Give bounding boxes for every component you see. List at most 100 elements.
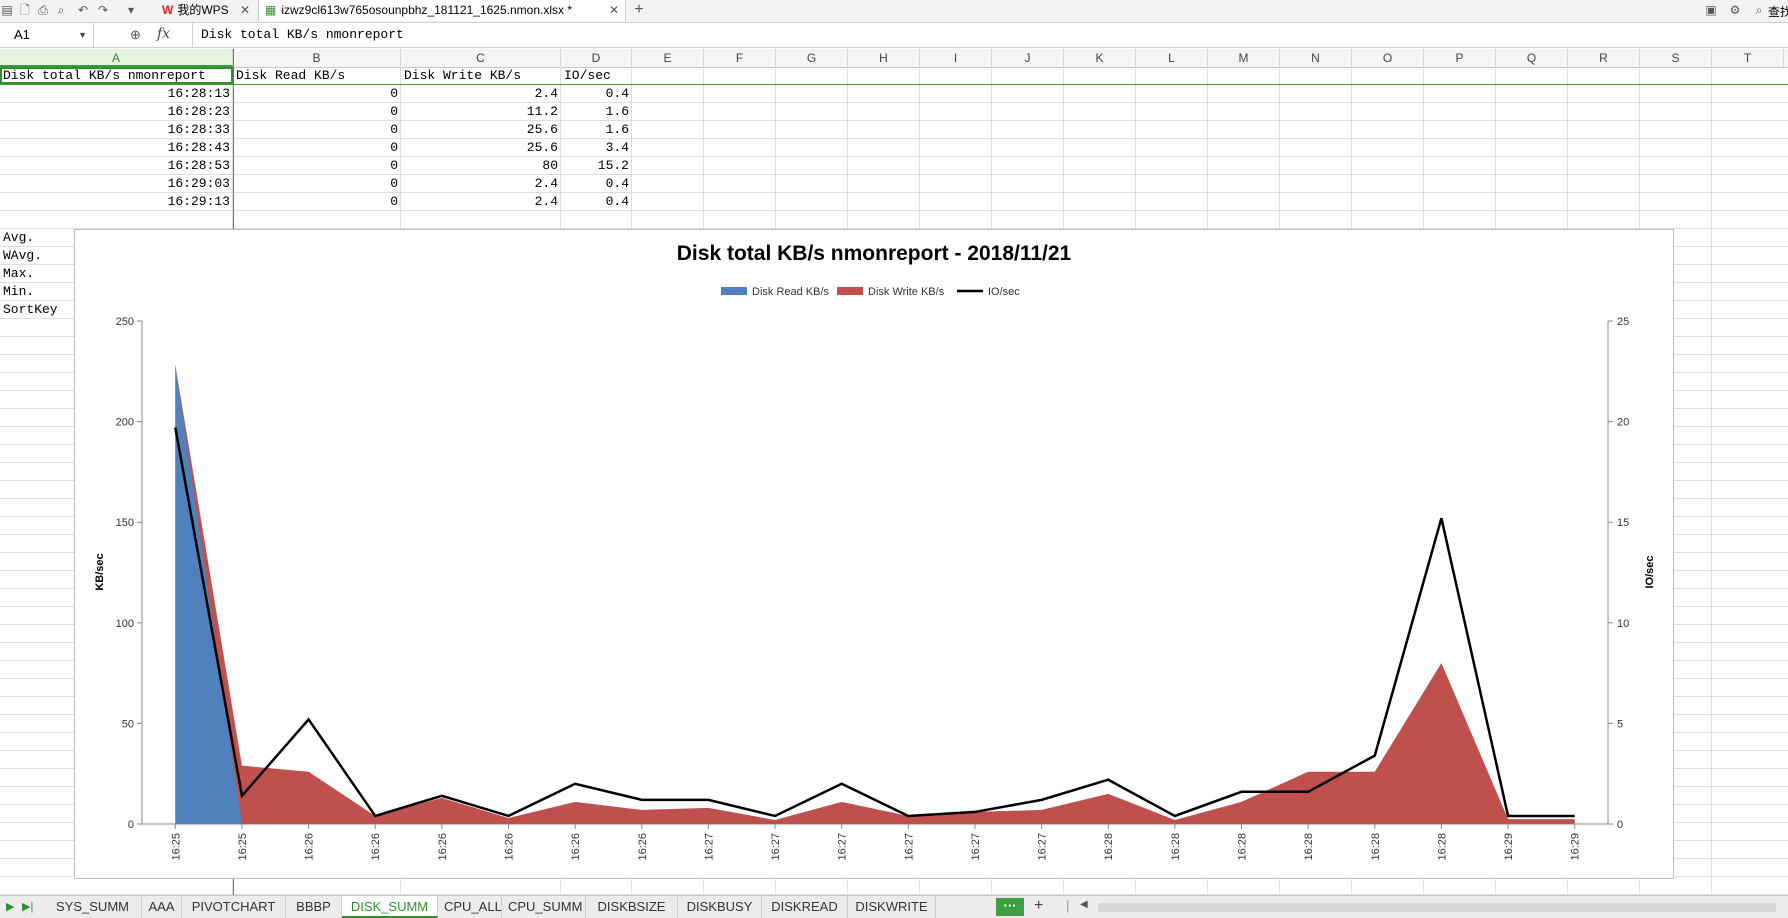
data-cell[interactable]: 0 — [233, 85, 401, 103]
column-header-h[interactable]: H — [848, 49, 920, 67]
x-tick-label: 16:28 — [1370, 833, 1382, 861]
sheet-tab-pivotchart[interactable]: PIVOTCHART — [182, 896, 286, 918]
undo-icon[interactable]: ↶ — [76, 3, 90, 17]
column-header-l[interactable]: L — [1136, 49, 1208, 67]
close-icon[interactable]: ✕ — [240, 0, 250, 21]
data-cell[interactable]: 0 — [233, 175, 401, 193]
add-sheet-button[interactable]: + — [1034, 897, 1043, 915]
column-header-a[interactable]: A — [0, 49, 233, 67]
data-cell[interactable]: 16:28:43 — [0, 139, 233, 157]
data-cell[interactable]: 0 — [233, 157, 401, 175]
new-file-icon[interactable]: 🗋 — [18, 3, 32, 17]
horizontal-scrollbar[interactable] — [1098, 903, 1776, 912]
first-sheet-icon[interactable]: ▶ — [6, 900, 14, 913]
column-header-d[interactable]: D — [561, 49, 632, 67]
data-cell[interactable]: 1.6 — [561, 121, 632, 139]
sheet-tab-diskwrite[interactable]: DISKWRITE — [848, 896, 936, 918]
search-icon[interactable]: ⌕ — [1752, 3, 1766, 17]
column-header-s[interactable]: S — [1640, 49, 1712, 67]
data-cell[interactable]: 25.6 — [401, 121, 561, 139]
chevron-down-icon[interactable]: ▼ — [78, 23, 87, 47]
column-header-g[interactable]: G — [776, 49, 848, 67]
column-header-j[interactable]: J — [992, 49, 1064, 67]
sheet-tab-cpu-summ[interactable]: CPU_SUMM — [502, 896, 586, 918]
column-header-q[interactable]: Q — [1496, 49, 1568, 67]
last-sheet-icon[interactable]: ▶| — [22, 900, 33, 913]
data-cell[interactable]: 0.4 — [561, 193, 632, 211]
data-cell[interactable]: 2.4 — [401, 175, 561, 193]
column-header-c[interactable]: C — [401, 49, 561, 67]
column-header-i[interactable]: I — [920, 49, 992, 67]
sheet-tab-diskread[interactable]: DISKREAD — [762, 896, 848, 918]
name-box[interactable]: A1 ▼ — [0, 23, 94, 47]
formula-bar: A1 ▼ ⊕ fx Disk total KB/s nmonreport — [0, 23, 1788, 48]
x-tick-label: 16:28 — [1436, 833, 1448, 861]
column-header-p[interactable]: P — [1424, 49, 1496, 67]
scroll-left-icon[interactable]: ◀ — [1080, 899, 1088, 910]
column-header-m[interactable]: M — [1208, 49, 1280, 67]
chart-canvas: Disk total KB/s nmonreport - 2018/11/21D… — [75, 230, 1673, 878]
data-cell[interactable]: 80 — [401, 157, 561, 175]
settings-icon[interactable]: ⚙ — [1728, 3, 1742, 17]
x-tick-label: 16:25 — [237, 833, 249, 861]
column-header-n[interactable]: N — [1280, 49, 1352, 67]
data-cell[interactable]: 16:29:03 — [0, 175, 233, 193]
function-icon[interactable]: fx — [157, 26, 170, 42]
tab-my-wps[interactable]: W我的WPS ✕ — [156, 0, 256, 21]
new-tab-icon[interactable]: + — [632, 3, 646, 17]
data-cell[interactable]: 11.2 — [401, 103, 561, 121]
find-label[interactable]: 查找 — [1768, 3, 1788, 20]
formula-input[interactable]: Disk total KB/s nmonreport — [192, 23, 1782, 47]
quick-access-dropdown-icon[interactable]: ▾ — [124, 3, 138, 17]
data-cell[interactable]: 3.4 — [561, 139, 632, 157]
data-cell[interactable]: 2.4 — [401, 85, 561, 103]
column-header-k[interactable]: K — [1064, 49, 1136, 67]
column-header-e[interactable]: E — [632, 49, 704, 67]
column-header-o[interactable]: O — [1352, 49, 1424, 67]
data-cell[interactable]: 0.4 — [561, 85, 632, 103]
column-header-b[interactable]: B — [233, 49, 401, 67]
sheet-tab-bbbp[interactable]: BBBP — [286, 896, 342, 918]
header-cell[interactable]: Disk Write KB/s — [401, 67, 561, 85]
data-cell[interactable]: 25.6 — [401, 139, 561, 157]
sheet-tab-disk-summ[interactable]: DISK_SUMM — [342, 896, 438, 918]
sheet-tab-sys-summ[interactable]: SYS_SUMM — [44, 896, 142, 918]
column-header-r[interactable]: R — [1568, 49, 1640, 67]
sheet-tab-cpu-all[interactable]: CPU_ALL — [438, 896, 502, 918]
column-header-f[interactable]: F — [704, 49, 776, 67]
more-sheets-button[interactable]: ··· — [996, 898, 1024, 916]
data-cell[interactable]: 16:28:23 — [0, 103, 233, 121]
disk-summary-chart[interactable]: Disk total KB/s nmonreport - 2018/11/21D… — [74, 229, 1674, 879]
x-tick-label: 16:28 — [1237, 833, 1249, 861]
data-cell[interactable]: 0 — [233, 193, 401, 211]
header-cell[interactable]: IO/sec — [561, 67, 632, 85]
close-icon[interactable]: ✕ — [609, 0, 619, 21]
data-cell[interactable]: 16:28:13 — [0, 85, 233, 103]
x-tick-label: 16:26 — [504, 833, 516, 861]
zoom-icon[interactable]: ⊕ — [130, 27, 141, 43]
sheet-tab-diskbsize[interactable]: DISKBSIZE — [586, 896, 678, 918]
data-cell[interactable]: 15.2 — [561, 157, 632, 175]
window-icon[interactable]: ▣ — [1704, 3, 1718, 17]
column-header-t[interactable]: T — [1712, 49, 1784, 67]
print-preview-icon[interactable]: ⌕ — [54, 3, 68, 17]
sheet-tab-aaa[interactable]: AAA — [142, 896, 182, 918]
data-cell[interactable]: 2.4 — [401, 193, 561, 211]
sheet-tab-diskbusy[interactable]: DISKBUSY — [678, 896, 762, 918]
data-cell[interactable]: 16:28:33 — [0, 121, 233, 139]
data-cell[interactable]: 0.4 — [561, 175, 632, 193]
wps-menu-icon[interactable]: ▤ — [0, 3, 14, 17]
print-icon[interactable]: ⎙ — [36, 3, 50, 17]
data-cell[interactable]: 16:29:13 — [0, 193, 233, 211]
data-cell[interactable]: 0 — [233, 103, 401, 121]
header-cell[interactable]: Disk Read KB/s — [233, 67, 401, 85]
x-tick-label: 16:28 — [1303, 833, 1315, 861]
data-cell[interactable]: 16:28:53 — [0, 157, 233, 175]
x-tick-label: 16:27 — [770, 833, 782, 861]
data-cell[interactable]: 1.6 — [561, 103, 632, 121]
x-tick-label: 16:29 — [1570, 833, 1582, 861]
data-cell[interactable]: 0 — [233, 121, 401, 139]
redo-icon[interactable]: ↷ — [96, 3, 110, 17]
data-cell[interactable]: 0 — [233, 139, 401, 157]
tab-spreadsheet-file[interactable]: ▦izwz9cl613w765osounpbhz_181121_1625.nmo… — [258, 0, 626, 21]
